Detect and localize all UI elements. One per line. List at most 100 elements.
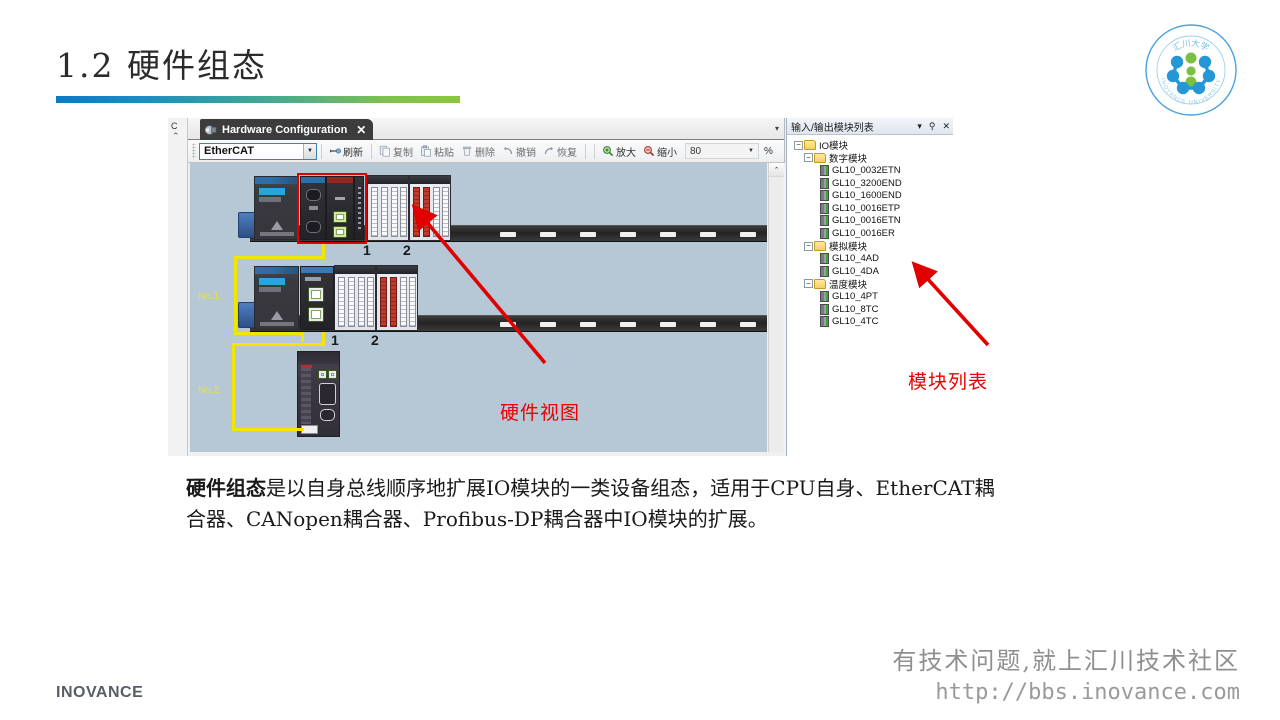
hardware-view-canvas[interactable]: 1 2 1 2 No.1 No.2 硬件视图 xyxy=(190,163,767,452)
zoom-level-combo[interactable]: 80 ▼ xyxy=(685,143,759,159)
module-icon xyxy=(820,253,829,265)
tree-node-label: 数字模块 xyxy=(829,153,868,165)
undo-button-label: 撤销 xyxy=(516,147,536,159)
canvas-wrapper: 1 2 1 2 No.1 No.2 硬件视图 ⌃ xyxy=(188,163,785,456)
expander-icon[interactable]: − xyxy=(804,279,813,289)
module-icon xyxy=(820,215,829,227)
tree-item-module[interactable]: GL10_0016ETP xyxy=(790,202,954,215)
module-icon xyxy=(820,316,829,328)
edge-strip-collapse-icon[interactable]: ⌃ xyxy=(168,131,187,142)
folder-icon xyxy=(814,152,826,163)
tree-node-label: 温度模块 xyxy=(829,279,868,291)
hardware-view-arrow xyxy=(411,204,547,365)
module-icon xyxy=(820,164,829,176)
page-title: 1.2 硬件组态 xyxy=(56,46,267,85)
refresh-button-label: 刷新 xyxy=(343,147,363,159)
paste-button[interactable]: 粘贴 xyxy=(417,143,457,160)
canvas-vertical-scrollbar[interactable]: ⌃ xyxy=(768,163,784,452)
module-icon xyxy=(820,265,829,277)
zoom-out-icon xyxy=(643,145,655,157)
tree-item-label: GL10_0016ER xyxy=(832,227,895,239)
close-icon[interactable]: ✕ xyxy=(942,121,950,132)
paste-icon xyxy=(420,145,432,157)
folder-icon xyxy=(804,140,816,151)
dock-title-bar: 输入/输出模块列表 ▾ ⚲ ✕ xyxy=(787,118,953,135)
refresh-button[interactable]: 刷新 xyxy=(326,143,366,160)
expander-icon[interactable]: − xyxy=(804,153,813,163)
hardware-view-annotation: 硬件视图 xyxy=(500,402,581,424)
module-icon xyxy=(820,190,829,202)
pin-icon[interactable]: ⚲ xyxy=(929,121,936,132)
delete-button[interactable]: 删除 xyxy=(458,143,498,160)
folder-icon xyxy=(814,278,826,289)
paste-button-label: 粘贴 xyxy=(434,147,454,159)
undo-icon xyxy=(502,145,514,157)
toolbar-separator xyxy=(371,143,372,159)
slide-root: 1.2 硬件组态 汇川大学 INOVANCE UNIVERSITY C ⌃ Ha… xyxy=(0,0,1280,720)
tab-hardware-configuration[interactable]: Hardware Configuration ✕ xyxy=(200,119,374,140)
title-underline-rule xyxy=(56,96,460,104)
undo-button[interactable]: 撤销 xyxy=(499,143,539,160)
close-icon[interactable]: ✕ xyxy=(356,123,366,137)
toolbar-grip[interactable] xyxy=(192,143,196,159)
device-type-combo[interactable]: EtherCAT ▼ xyxy=(199,142,317,160)
device-type-combo-value: EtherCAT xyxy=(204,145,254,157)
tree-item-label: GL10_0032ETN xyxy=(832,164,901,176)
expander-icon[interactable]: − xyxy=(804,241,813,251)
tree-node-digital-modules[interactable]: − 数字模块 xyxy=(790,152,954,165)
copy-button-label: 复制 xyxy=(393,147,413,159)
inovance-university-logo: 汇川大学 INOVANCE UNIVERSITY xyxy=(1143,22,1239,118)
module-icon xyxy=(820,177,829,189)
tree-item-label: GL10_8TC xyxy=(832,303,879,315)
tab-label: Hardware Configuration xyxy=(222,123,348,136)
body-lead-term: 硬件组态 xyxy=(186,476,266,500)
copy-button[interactable]: 复制 xyxy=(376,143,416,160)
zoom-level-value: 80 xyxy=(690,145,702,157)
tree-item-label: GL10_4AD xyxy=(832,253,880,265)
redo-button[interactable]: 恢复 xyxy=(540,143,580,160)
tree-item-module[interactable]: GL10_0016ER xyxy=(790,227,954,240)
module-icon xyxy=(820,303,829,315)
tree-item-module[interactable]: GL10_0016ETN xyxy=(790,215,954,228)
tree-item-label: GL10_4TC xyxy=(832,316,879,328)
title-block: 1.2 硬件组态 xyxy=(56,46,460,104)
tree-item-module[interactable]: GL10_0032ETN xyxy=(790,164,954,177)
zoom-in-button[interactable]: 放大 xyxy=(599,143,639,160)
folder-icon xyxy=(814,241,826,252)
scroll-up-icon[interactable]: ⌃ xyxy=(769,163,784,177)
body-rest-text: 是以自身总线顺序地扩展IO模块的一类设备组态，适用于CPU自身、EtherCAT… xyxy=(186,476,995,531)
delete-button-label: 删除 xyxy=(475,147,495,159)
tree-item-module[interactable]: GL10_3200END xyxy=(790,177,954,190)
zoom-in-button-label: 放大 xyxy=(616,147,636,159)
left-edge-panel-strip: C ⌃ xyxy=(168,118,188,456)
toolbar: EtherCAT ▼ 刷新 复制 粘贴 删除 撤销 恢复 放大 缩小 80 ▼ … xyxy=(188,140,784,163)
tree-item-label: GL10_4DA xyxy=(832,265,880,277)
tree-item-label: GL10_0016ETN xyxy=(832,215,901,227)
zoom-in-icon xyxy=(602,145,614,157)
footer-url[interactable]: http://bbs.inovance.com xyxy=(935,680,1240,705)
module-list-arrow xyxy=(911,261,990,347)
expander-icon[interactable]: − xyxy=(794,140,803,150)
tree-item-module[interactable]: GL10_1600END xyxy=(790,189,954,202)
tab-strip: Hardware Configuration ✕ ▾ xyxy=(188,118,784,140)
chevron-down-icon[interactable]: ▼ xyxy=(748,148,754,154)
hardware-icon xyxy=(204,124,217,136)
toolbar-separator xyxy=(585,143,586,159)
toolbar-separator xyxy=(321,143,322,159)
inovance-wordmark: INOVANCE xyxy=(56,684,144,701)
tab-overflow-icon[interactable]: ▾ xyxy=(770,118,784,139)
chevron-down-icon[interactable]: ▾ xyxy=(917,121,922,132)
zoom-out-button-label: 缩小 xyxy=(657,147,677,159)
redo-button-label: 恢复 xyxy=(557,147,577,159)
module-icon xyxy=(820,290,829,302)
module-icon xyxy=(820,202,829,214)
body-paragraph: 硬件组态是以自身总线顺序地扩展IO模块的一类设备组态，适用于CPU自身、Ethe… xyxy=(186,473,1006,535)
tree-node-label: 模拟模块 xyxy=(829,242,868,254)
zoom-unit-label: % xyxy=(764,145,773,157)
chevron-down-icon[interactable]: ▼ xyxy=(303,143,316,159)
tree-node-io-modules[interactable]: − IO模块 xyxy=(790,139,954,152)
tree-item-label: GL10_0016ETP xyxy=(832,202,901,214)
dock-title-label: 输入/输出模块列表 xyxy=(791,122,874,134)
tree-item-label: GL10_4PT xyxy=(832,290,878,302)
zoom-out-button[interactable]: 缩小 xyxy=(640,143,680,160)
